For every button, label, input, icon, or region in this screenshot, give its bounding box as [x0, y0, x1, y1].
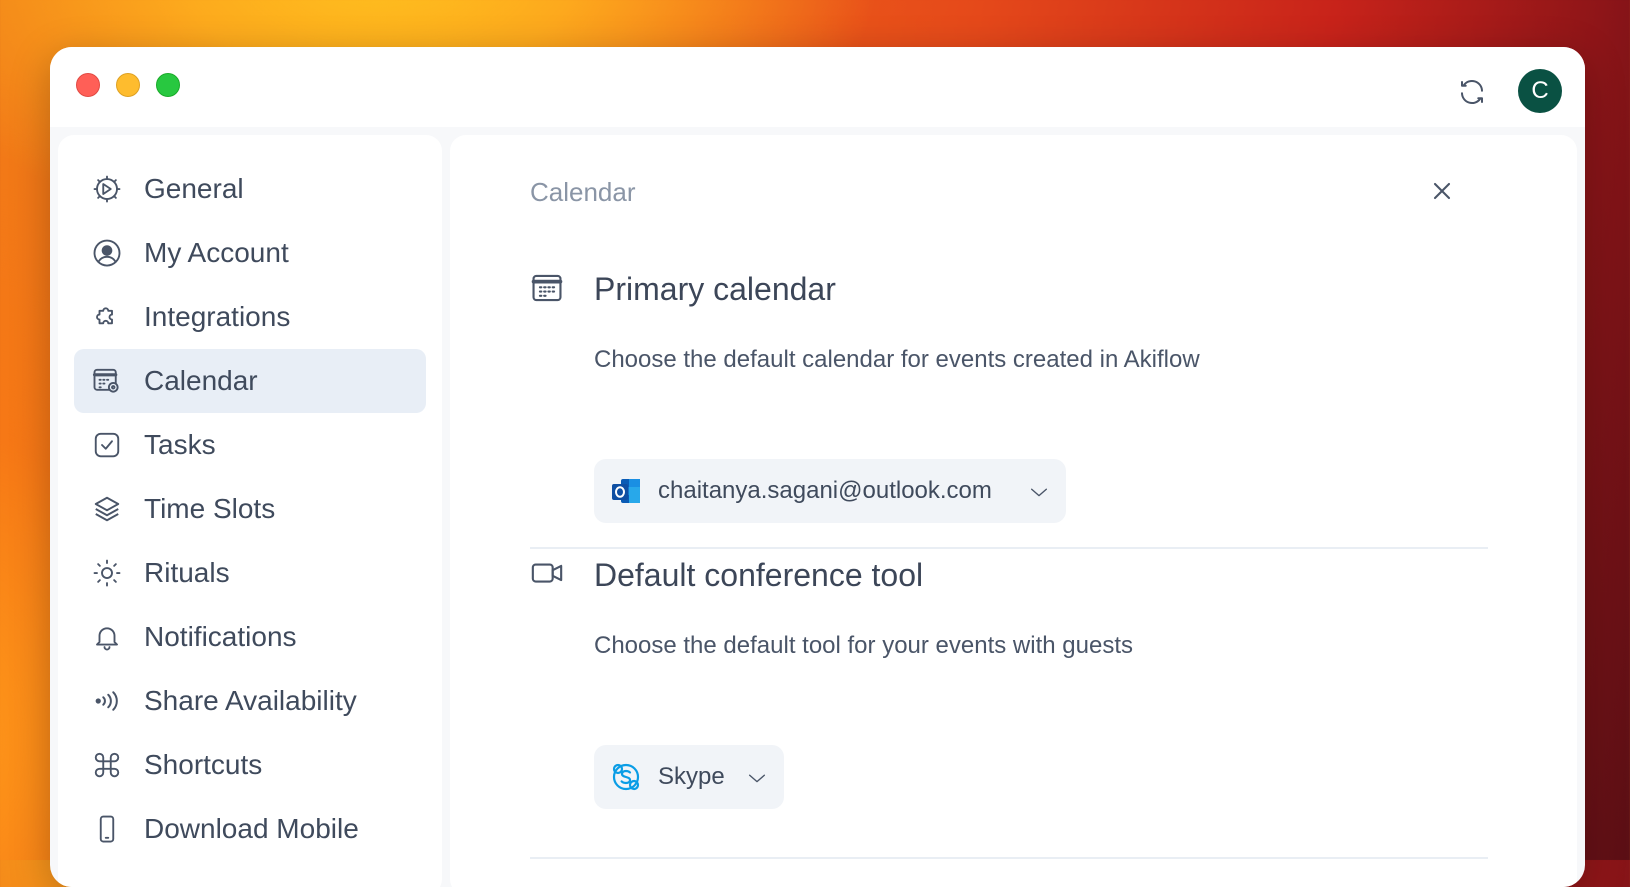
avatar[interactable]: C [1518, 69, 1562, 113]
sidebar-item-label: Shortcuts [144, 749, 263, 780]
sun-icon [93, 559, 121, 587]
skype-icon [612, 763, 640, 791]
zoom-window-button[interactable] [156, 73, 180, 97]
sidebar-item-label: General [144, 173, 244, 204]
layers-icon [94, 496, 120, 522]
checkbox-icon [94, 432, 120, 458]
bell-icon [96, 627, 118, 651]
sidebar-item-tasks[interactable]: Tasks [74, 413, 426, 477]
sidebar-item-time-slots[interactable]: Time Slots [74, 477, 426, 541]
sidebar-item-download-mobile[interactable]: Download Mobile [74, 797, 426, 861]
video-camera-icon [531, 563, 563, 583]
sidebar-item-integrations[interactable]: Integrations [74, 285, 426, 349]
outlook-icon [612, 479, 640, 503]
conference-tool-description: Choose the default tool for your events … [594, 632, 1133, 659]
broadcast-icon [95, 691, 118, 711]
sidebar-item-label: Calendar [144, 365, 258, 396]
sync-icon[interactable] [1457, 77, 1487, 107]
minimize-window-button[interactable] [116, 73, 140, 97]
chevron-down-icon [1030, 488, 1048, 497]
calendar-icon [531, 274, 563, 302]
conference-tool-title: Default conference tool [594, 557, 924, 593]
sidebar-item-label: Tasks [144, 429, 216, 460]
conference-tool-select[interactable]: Skype [594, 745, 784, 809]
conference-tool-value: Skype [658, 763, 725, 790]
close-window-button[interactable] [76, 73, 100, 97]
sidebar-item-rituals[interactable]: Rituals [74, 541, 426, 605]
phone-icon [99, 815, 115, 843]
close-icon[interactable] [1428, 177, 1456, 205]
sidebar-item-share-availability[interactable]: Share Availability [74, 669, 426, 733]
breadcrumb: Calendar [530, 177, 636, 207]
chevron-down-icon [748, 774, 766, 783]
calendar-settings-panel: Calendar Primary calendar Choose the def… [450, 135, 1577, 887]
sidebar-item-label: Share Availability [144, 685, 357, 716]
section-divider [530, 857, 1488, 859]
section-divider [530, 547, 1488, 549]
sidebar-item-label: My Account [144, 237, 289, 268]
sidebar-item-label: Notifications [144, 621, 297, 652]
sidebar-item-label: Download Mobile [144, 813, 359, 844]
primary-calendar-value: chaitanya.sagani@outlook.com [658, 477, 992, 504]
primary-calendar-title: Primary calendar [594, 271, 836, 307]
settings-sidebar: General My Account Integrations Calendar… [58, 135, 442, 887]
primary-calendar-select[interactable]: chaitanya.sagani@outlook.com [594, 459, 1066, 523]
primary-calendar-description: Choose the default calendar for events c… [594, 346, 1200, 373]
sidebar-item-my-account[interactable]: My Account [74, 221, 426, 285]
sidebar-item-notifications[interactable]: Notifications [74, 605, 426, 669]
calendar-settings-icon [92, 368, 119, 393]
sidebar-item-calendar[interactable]: Calendar [74, 349, 426, 413]
title-bar: C [50, 47, 1585, 127]
user-circle-icon [93, 239, 121, 267]
sidebar-item-label: Integrations [144, 301, 291, 332]
command-icon [94, 752, 120, 778]
sidebar-item-general[interactable]: General [74, 157, 426, 221]
sidebar-item-label: Time Slots [144, 493, 276, 524]
sidebar-item-shortcuts[interactable]: Shortcuts [74, 733, 426, 797]
gear-icon [93, 175, 121, 203]
settings-window: C General My Account Integrations Calend… [50, 47, 1585, 887]
puzzle-icon [96, 307, 113, 325]
sidebar-item-label: Rituals [144, 557, 230, 588]
